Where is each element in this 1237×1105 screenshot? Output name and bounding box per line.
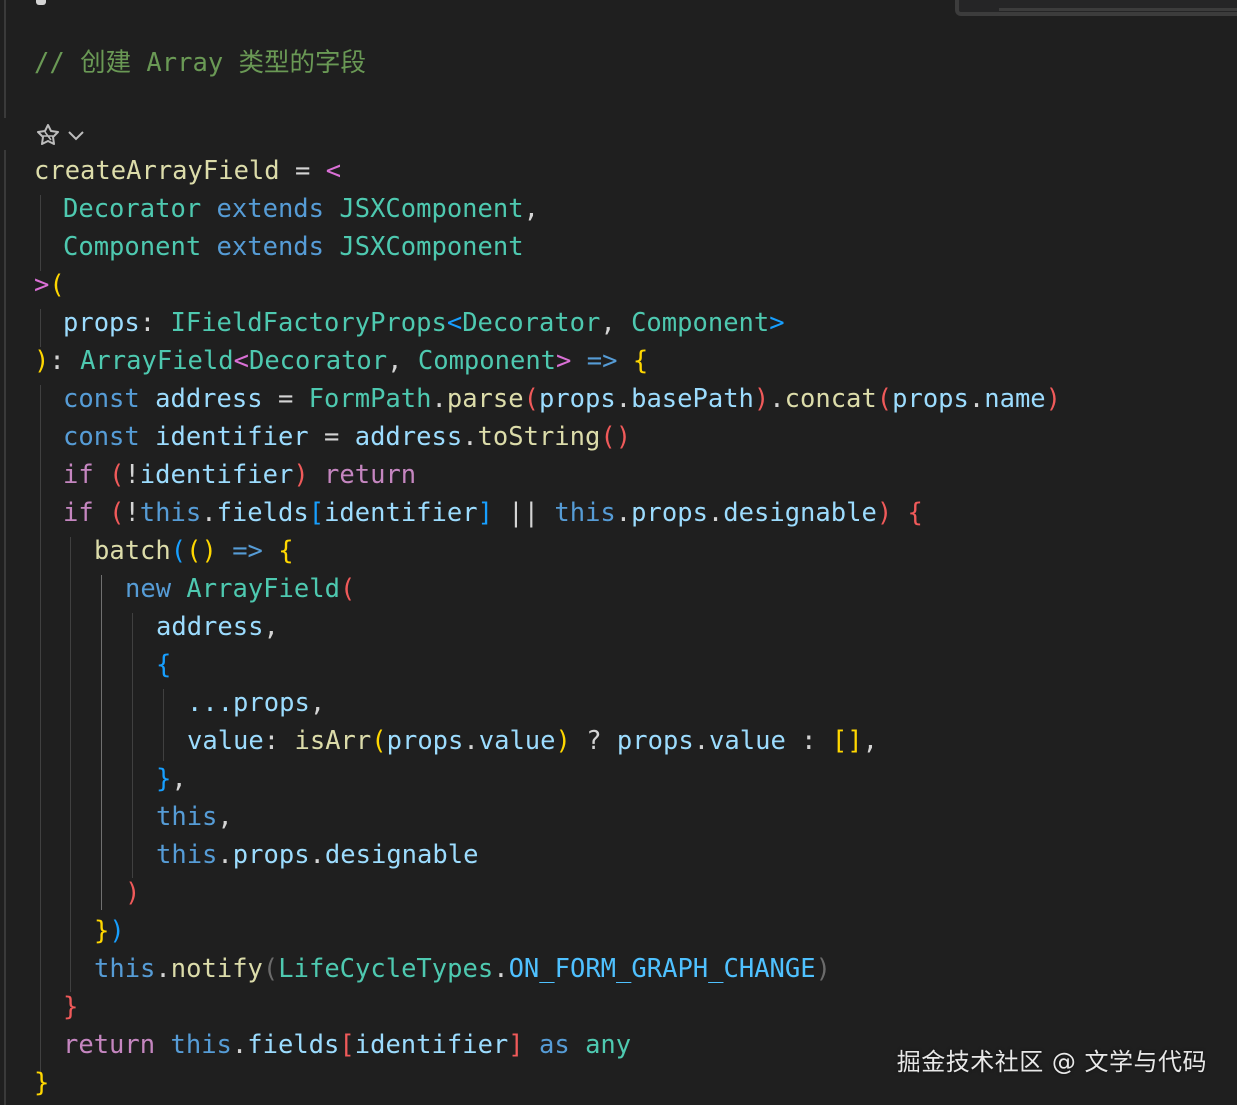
code-line: Decorator extends JSXComponent,: [63, 194, 539, 224]
code-line: },: [156, 764, 187, 794]
code-line: if (!identifier) return: [63, 460, 417, 490]
indent-guide: [40, 385, 41, 1075]
code-line: if (!this.fields[identifier] || this.pro…: [63, 498, 923, 528]
code-editor[interactable]: // 创建 Array 类型的字段 createArrayField = < D…: [0, 0, 1237, 1105]
code-comment: // 创建 Array 类型的字段: [34, 48, 367, 78]
code-line: {: [156, 650, 172, 680]
code-line: }: [63, 992, 79, 1022]
indent-guide: [40, 195, 41, 271]
code-line: new ArrayField(: [125, 574, 356, 604]
watermark: 掘金技术社区 @ 文学与代码: [896, 1048, 1207, 1076]
code-line: const address = FormPath.parse(props.bas…: [63, 384, 1062, 414]
code-line: props: IFieldFactoryProps<Decorator, Com…: [63, 308, 785, 338]
code-line: ): ArrayField<Decorator, Component> => {: [34, 346, 649, 376]
indent-guide: [70, 537, 71, 992]
code-line: >(: [34, 270, 65, 300]
copilot-sparkle-icon[interactable]: [34, 123, 62, 149]
code-line: address,: [156, 612, 279, 642]
code-line: return this.fields[identifier] as any: [63, 1030, 632, 1060]
code-line: createArrayField = <: [34, 156, 342, 186]
code-line: Component extends JSXComponent: [63, 232, 524, 262]
gutter-bar: [4, 0, 6, 118]
previous-line-brace: [36, 0, 46, 5]
minimap-edge: [955, 0, 1237, 16]
indent-guide: [163, 689, 164, 761]
indent-guide-active: [101, 575, 102, 910]
code-line: this.props.designable: [156, 840, 479, 870]
code-line: batch(() => {: [94, 536, 294, 566]
code-line: ): [125, 878, 141, 908]
copilot-codelens[interactable]: [34, 120, 86, 152]
gutter-bar: [4, 150, 6, 1105]
code-line: }: [34, 1068, 50, 1098]
code-line: this.notify(LifeCycleTypes.ON_FORM_GRAPH…: [94, 954, 831, 984]
code-line: const identifier = address.toString(): [63, 422, 632, 452]
code-line: ...props,: [187, 688, 326, 718]
code-line: }): [94, 916, 125, 946]
chevron-down-icon[interactable]: [66, 129, 86, 143]
indent-guide: [132, 613, 133, 878]
code-line: this,: [156, 802, 233, 832]
code-line: value: isArr(props.value) ? props.value …: [187, 726, 878, 756]
